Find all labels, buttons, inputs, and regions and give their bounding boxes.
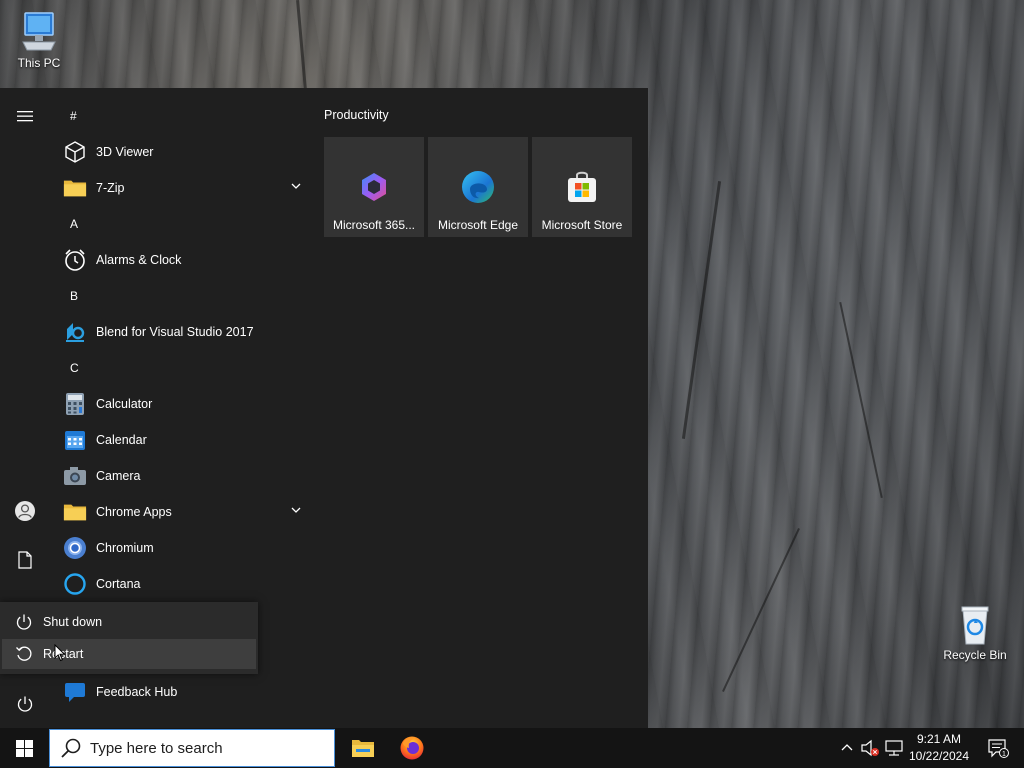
- network-button[interactable]: [884, 738, 904, 758]
- recycle-bin-icon: [953, 602, 997, 646]
- tile-microsoft-edge[interactable]: Microsoft Edge: [428, 137, 528, 237]
- app-label: Calendar: [96, 433, 147, 447]
- tile-group-title[interactable]: Productivity: [324, 108, 389, 122]
- app-item-alarms-clock[interactable]: Alarms & Clock: [58, 242, 310, 278]
- documents-button[interactable]: [8, 543, 42, 577]
- edge-icon: [460, 169, 496, 205]
- volume-button[interactable]: [860, 738, 880, 758]
- section-letter-hash[interactable]: #: [58, 98, 310, 134]
- user-account-button[interactable]: [8, 494, 42, 528]
- app-item-calculator[interactable]: Calculator: [58, 386, 310, 422]
- recycle-bin-desktop-icon[interactable]: Recycle Bin: [940, 602, 1010, 662]
- app-item-feedback-hub[interactable]: Feedback Hub: [58, 674, 310, 710]
- app-item-3d-viewer[interactable]: 3D Viewer: [58, 134, 310, 170]
- recycle-bin-label: Recycle Bin: [943, 648, 1007, 662]
- restart-menu-item[interactable]: Restart: [2, 639, 256, 669]
- tile-label: Microsoft 365...: [332, 218, 416, 232]
- camera-icon: [63, 464, 87, 488]
- this-pc-label: This PC: [17, 56, 61, 70]
- file-explorer-taskbar-button[interactable]: [339, 728, 387, 768]
- firefox-taskbar-button[interactable]: [388, 728, 436, 768]
- app-label: Chrome Apps: [96, 505, 172, 519]
- notification-count: 1: [1002, 751, 1006, 758]
- taskbar-clock[interactable]: 9:21 AM 10/22/2024: [906, 731, 972, 765]
- app-item-calendar[interactable]: Calendar: [58, 422, 310, 458]
- section-letter-b[interactable]: B: [58, 278, 310, 314]
- app-item-chrome-apps[interactable]: Chrome Apps: [58, 494, 310, 530]
- tile-label: Microsoft Edge: [437, 218, 519, 232]
- calendar-icon: [63, 428, 87, 452]
- computer-icon: [17, 10, 61, 54]
- tile-microsoft-store[interactable]: Microsoft Store: [532, 137, 632, 237]
- app-item-camera[interactable]: Camera: [58, 458, 310, 494]
- store-icon: [564, 169, 600, 205]
- hamburger-icon: [17, 111, 33, 122]
- search-placeholder: Type here to search: [90, 739, 223, 757]
- taskbar: Type here to search 9:21 AM 10/22/2024 1: [0, 728, 1024, 768]
- power-icon: [14, 612, 34, 632]
- cube-icon: [63, 140, 87, 164]
- firefox-icon: [400, 736, 424, 760]
- folder-icon: [63, 500, 87, 524]
- app-label: Cortana: [96, 577, 141, 591]
- file-explorer-icon: [352, 740, 374, 757]
- microsoft-365-icon: [356, 169, 392, 205]
- chevron-up-icon: [841, 744, 853, 751]
- power-button[interactable]: [8, 687, 42, 721]
- section-letter-a[interactable]: A: [58, 206, 310, 242]
- app-label: Calculator: [96, 397, 153, 411]
- document-icon: [18, 551, 32, 569]
- app-item-chromium[interactable]: Chromium: [58, 530, 310, 566]
- chevron-down-icon[interactable]: [290, 180, 302, 195]
- user-avatar-icon: [15, 501, 35, 521]
- notification-icon: 1: [988, 739, 1009, 758]
- alarm-clock-icon: [63, 248, 87, 272]
- windows-logo-icon: [15, 739, 33, 757]
- power-icon: [17, 696, 33, 712]
- calculator-icon: [63, 392, 87, 416]
- clock-date: 10/22/2024: [908, 749, 970, 763]
- app-item-7-zip[interactable]: 7-Zip: [58, 170, 310, 206]
- this-pc-desktop-icon[interactable]: This PC: [4, 10, 74, 70]
- show-hidden-icons-button[interactable]: [837, 738, 857, 758]
- network-icon: [885, 740, 903, 756]
- action-center-button[interactable]: 1: [978, 728, 1018, 768]
- app-label: Camera: [96, 469, 141, 483]
- app-label: 3D Viewer: [96, 145, 154, 159]
- search-icon: [61, 738, 81, 758]
- shut-down-menu-item[interactable]: Shut down: [2, 607, 256, 637]
- app-label: Chromium: [96, 541, 154, 555]
- blend-icon: [63, 320, 87, 344]
- hamburger-menu-button[interactable]: [8, 99, 42, 133]
- tile-microsoft-365[interactable]: Microsoft 365...: [324, 137, 424, 237]
- section-letter-c[interactable]: C: [58, 350, 310, 386]
- app-item-blend[interactable]: Blend for Visual Studio 2017: [58, 314, 310, 350]
- app-label: 7-Zip: [96, 181, 125, 195]
- app-item-cortana[interactable]: Cortana: [58, 566, 310, 602]
- app-label: Feedback Hub: [96, 685, 178, 699]
- clock-time: 9:21 AM: [916, 732, 962, 746]
- folder-icon: [63, 176, 87, 200]
- feedback-hub-icon: [63, 680, 87, 704]
- volume-muted-icon: [861, 739, 879, 757]
- tile-label: Microsoft Store: [541, 218, 623, 232]
- chevron-down-icon[interactable]: [290, 504, 302, 519]
- restart-icon: [14, 644, 34, 664]
- app-label: Blend for Visual Studio 2017: [96, 325, 254, 339]
- start-button[interactable]: [0, 728, 48, 768]
- cortana-icon: [63, 572, 87, 596]
- taskbar-search-box[interactable]: Type here to search: [49, 729, 335, 767]
- mouse-cursor-icon: [54, 644, 66, 662]
- shut-down-label: Shut down: [43, 615, 103, 629]
- app-label: Alarms & Clock: [96, 253, 182, 267]
- power-options-menu: Shut down Restart: [0, 602, 258, 674]
- chromium-icon: [63, 536, 87, 560]
